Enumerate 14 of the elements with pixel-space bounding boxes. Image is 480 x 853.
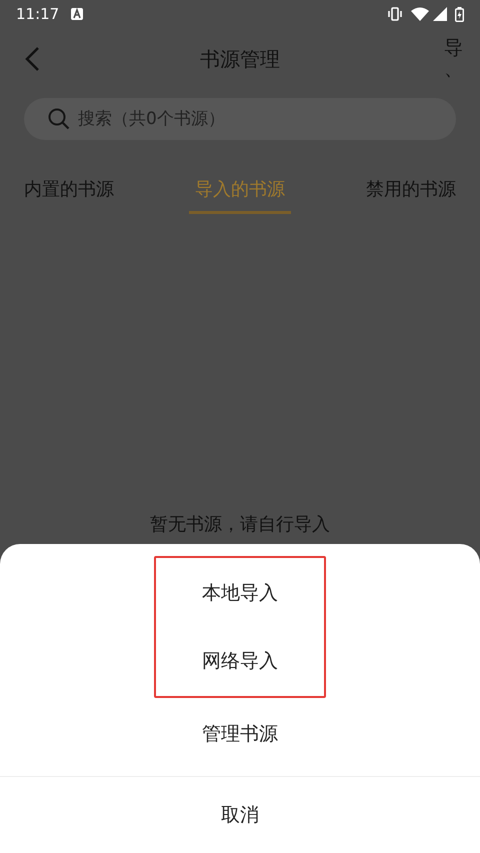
wifi-icon [411, 7, 429, 21]
battery-icon [455, 6, 464, 22]
sheet-option[interactable]: 管理书源 [156, 700, 324, 768]
sheet-option[interactable]: 本地导入 [156, 559, 324, 627]
signal-icon [433, 7, 447, 21]
sheet-option[interactable]: 网络导入 [156, 627, 324, 695]
back-icon[interactable] [24, 46, 40, 72]
vibrate-icon [387, 7, 403, 21]
empty-message: 暂无书源，请自行导入 [149, 513, 331, 537]
status-time: 11:17 [16, 4, 60, 25]
search-icon [48, 108, 70, 130]
notification-icon [71, 8, 84, 20]
cancel-button[interactable]: 取消 [0, 777, 480, 853]
page-title: 书源管理 [200, 46, 280, 73]
